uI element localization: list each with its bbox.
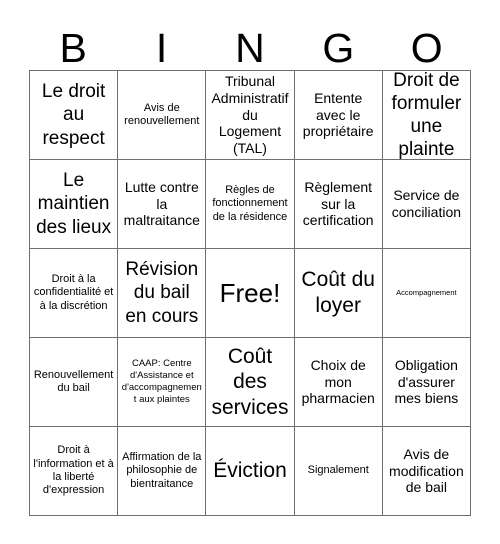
bingo-cell-label: Le maintien des lieux <box>36 170 112 238</box>
bingo-cell-label: Tribunal Administratif du Logement (TAL) <box>211 73 289 157</box>
bingo-cell-r5c3[interactable]: Éviction <box>206 427 295 516</box>
bingo-cell-label: Lutte contre la maltraitance <box>123 178 200 229</box>
bingo-header-letter-i: I <box>155 25 168 71</box>
bingo-cell-label: Choix de mon pharmacien <box>301 356 375 407</box>
bingo-cell-r5c2[interactable]: Affirmation de la philosophie de bientra… <box>118 427 207 516</box>
bingo-cell-label: Coût du loyer <box>301 268 375 317</box>
bingo-cell-label: Signalement <box>307 464 369 477</box>
bingo-cell-r5c4[interactable]: Signalement <box>294 427 383 516</box>
bingo-cell-r2c2[interactable]: Lutte contre la maltraitance <box>118 160 207 249</box>
bingo-cell-label: Droit à l'information et à la liberté d'… <box>33 444 114 497</box>
bingo-cell-label: Éviction <box>213 459 287 483</box>
bingo-cell-r3c4[interactable]: Coût du loyer <box>294 249 383 338</box>
bingo-cell-r4c3[interactable]: Coût des services <box>206 338 295 427</box>
bingo-header-letter-b: B <box>59 25 87 71</box>
bingo-cell-r4c2[interactable]: CAAP: Centre d'Assistance et d'accompagn… <box>118 338 207 427</box>
bingo-cell-r1c2[interactable]: Avis de renouvellement <box>118 71 207 160</box>
bingo-cell-r1c3[interactable]: Tribunal Administratif du Logement (TAL) <box>206 71 295 160</box>
bingo-grid: Le droit au respect Avis de renouvellemen… <box>29 70 471 516</box>
bingo-cell-label: Obligation d'assurer mes biens <box>394 356 459 407</box>
bingo-cell-label: Droit à la confidentialité et à la discr… <box>33 272 114 312</box>
bingo-header-letter-n: N <box>235 25 265 71</box>
bingo-cell-r5c5[interactable]: Avis de modification de bail <box>382 427 471 516</box>
bingo-cell-r2c3[interactable]: Règles de fonctionnement de la résidence <box>206 160 295 249</box>
bingo-cell-r3c5[interactable]: Accompagnement <box>382 249 471 338</box>
bingo-cell-label: Règlement sur la certification <box>302 178 374 229</box>
bingo-cell-r4c5[interactable]: Obligation d'assurer mes biens <box>382 338 471 427</box>
bingo-cell-r3c3[interactable]: Free! <box>206 249 295 338</box>
bingo-header-letter-o: O <box>410 25 443 71</box>
bingo-cell-r3c2[interactable]: Révision du bail en cours <box>118 249 207 338</box>
bingo-card: B I N G O Le droit au respect Avis de ren… <box>0 0 500 544</box>
bingo-cell-label: Le droit au respect <box>41 81 106 149</box>
bingo-cell-label: Révision du bail en cours <box>125 259 199 327</box>
bingo-cell-r5c1[interactable]: Droit à l'information et à la liberté d'… <box>30 427 119 516</box>
bingo-cell-r1c1[interactable]: Le droit au respect <box>30 71 119 160</box>
bingo-cell-r2c1[interactable]: Le maintien des lieux <box>30 160 119 249</box>
bingo-cell-label: Avis de modification de bail <box>389 445 464 496</box>
bingo-cell-r1c5[interactable]: Droit de formuler une plainte <box>382 71 471 160</box>
bingo-cell-label: Accompagnement <box>396 288 457 298</box>
bingo-cell-label: Coût des services <box>211 344 289 419</box>
bingo-cell-r1c4[interactable]: Entente avec le propriétaire <box>294 71 383 160</box>
bingo-cell-label: Avis de renouvellement <box>124 101 200 127</box>
bingo-cell-r4c1[interactable]: Renouvellement du bail <box>30 338 119 427</box>
bingo-header-row: B I N G O <box>29 22 471 70</box>
bingo-cell-label: Règles de fonctionnement de la résidence <box>212 183 288 223</box>
bingo-cell-label: Renouvellement du bail <box>33 368 114 394</box>
bingo-cell-r4c4[interactable]: Choix de mon pharmacien <box>294 338 383 427</box>
bingo-cell-r2c5[interactable]: Service de conciliation <box>382 160 471 249</box>
bingo-cell-r3c1[interactable]: Droit à la confidentialité et à la discr… <box>30 249 119 338</box>
bingo-cell-label: Entente avec le propriétaire <box>302 89 374 140</box>
bingo-cell-label: Free! <box>219 277 281 308</box>
bingo-cell-label: Service de conciliation <box>391 187 462 220</box>
bingo-cell-label: Droit de formuler une plainte <box>391 71 462 160</box>
bingo-header-letter-g: G <box>322 25 355 71</box>
bingo-cell-label: CAAP: Centre d'Assistance et d'accompagn… <box>121 358 202 405</box>
bingo-cell-r2c4[interactable]: Règlement sur la certification <box>294 160 383 249</box>
bingo-cell-label: Affirmation de la philosophie de bientra… <box>122 450 202 490</box>
